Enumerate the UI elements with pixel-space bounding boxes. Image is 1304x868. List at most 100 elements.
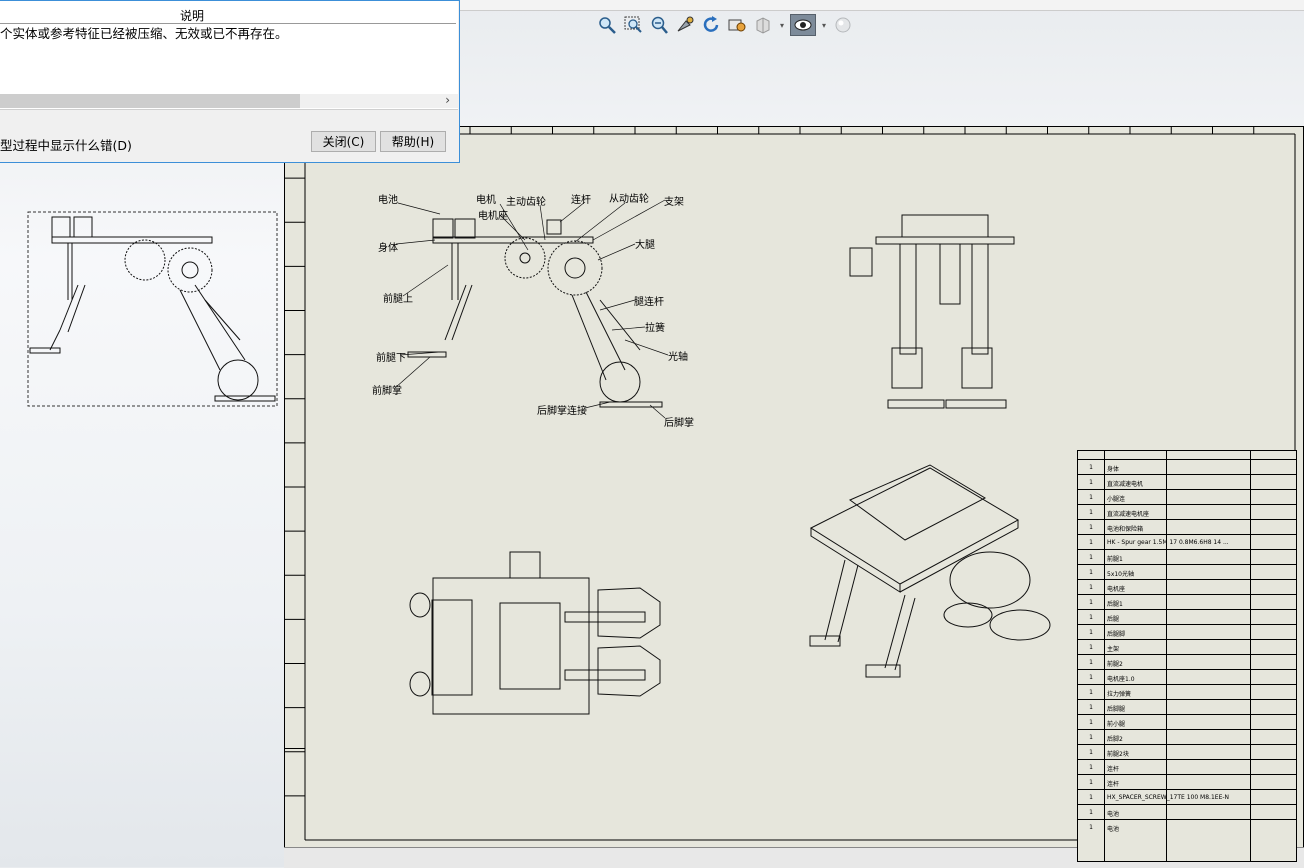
callout-battery: 电池: [378, 195, 398, 206]
bom-row-number: 1: [1089, 779, 1093, 786]
bom-row-number: 1: [1089, 824, 1093, 831]
bom-row: 1 直流减速电机座: [1078, 504, 1296, 520]
bom-row: 1 后腿脚: [1078, 624, 1296, 640]
bom-row: 1 连杆: [1078, 774, 1296, 790]
bom-row-name: 前小腿: [1107, 721, 1126, 728]
bom-table: 1 身体 1 直流减速电机 1 小腿连 1 直流减速电机座 1 电池和保险箱 1 HK - Spur …: [1077, 450, 1297, 862]
bom-row: 1 HK - Spur gear 1.5M 17 0.8M6.6H8 14 ...: [1078, 534, 1296, 550]
bom-row: 1 后脚腿: [1078, 699, 1296, 715]
bom-row: 1 前腿2: [1078, 654, 1296, 670]
callout-leg-link: 腿连杆: [634, 297, 664, 308]
column-header[interactable]: 说明: [0, 5, 456, 24]
bom-row: 1 拉力弹簧: [1078, 684, 1296, 700]
bom-row-name: 前腿1: [1107, 556, 1123, 563]
bom-row-name: 后腿1: [1107, 601, 1123, 608]
bom-row-name: 电池: [1107, 811, 1120, 818]
callout-rear-foot: 后脚掌: [664, 418, 694, 429]
bom-row-name: 后腿: [1107, 616, 1120, 623]
bom-row: 1 前小腿: [1078, 714, 1296, 730]
front-view: [849, 214, 1015, 409]
bom-row-number: 1: [1089, 479, 1093, 486]
bom-row: 1 电机座: [1078, 579, 1296, 595]
callout-link-rod: 连杆: [571, 195, 591, 206]
bom-row-name: 拉力弹簧: [1107, 691, 1132, 698]
bom-row-number: 1: [1089, 749, 1093, 756]
bom-row-name: 后脚腿: [1107, 706, 1126, 713]
error-message[interactable]: 个实体或参考特征已经被压缩、无效或已不再存在。: [0, 23, 288, 42]
bom-row-name: 5x10光轴: [1107, 571, 1135, 578]
bom-row-number: 1: [1089, 599, 1093, 606]
error-list[interactable]: 说明 个实体或参考特征已经被压缩、无效或已不再存在。 ›: [0, 1, 458, 110]
column-header-description: 说明: [180, 9, 205, 23]
bom-row-name: 身体: [1107, 466, 1120, 473]
bom-row: 1 HX_SPACER_SCREW_17TE 100 M8.1EE-N: [1078, 789, 1296, 805]
bom-row: 1 前腿2块: [1078, 744, 1296, 760]
callout-motor: 电机: [476, 195, 496, 206]
bom-row: 1 前腿1: [1078, 549, 1296, 565]
bom-row-name: 电机座: [1107, 586, 1126, 593]
bom-row: 1 电池: [1078, 819, 1296, 835]
bom-row-number: 1: [1089, 764, 1093, 771]
bom-row-number: 1: [1089, 464, 1093, 471]
bom-row: 1 主架: [1078, 639, 1296, 655]
bom-row: 1 5x10光轴: [1078, 564, 1296, 580]
bom-row-name: 直流减速电机座: [1107, 511, 1150, 518]
close-button[interactable]: 关闭(C): [311, 131, 376, 152]
bom-row: 1 后腿: [1078, 609, 1296, 625]
callout-body: 身体: [378, 243, 398, 254]
bom-row-number: 1: [1089, 704, 1093, 711]
callout-front-leg-lower: 前腿下: [376, 353, 406, 364]
bom-row-number: 1: [1089, 659, 1093, 666]
bom-row-name: 连杆: [1107, 781, 1120, 788]
bom-row-number: 1: [1089, 629, 1093, 636]
chevron-right-icon[interactable]: ›: [445, 93, 450, 107]
bom-row-name: 电机座1.0: [1107, 676, 1135, 683]
bom-row-name: 小腿连: [1107, 496, 1126, 503]
bom-row-number: 1: [1089, 644, 1093, 651]
bom-row-name: HK - Spur gear 1.5M 17 0.8M6.6H8 14 ...: [1107, 539, 1229, 546]
bom-row-name: 电池: [1107, 826, 1120, 833]
isometric-view: [809, 464, 1051, 678]
bom-row-name: 前腿2块: [1107, 751, 1129, 758]
scrollbar-thumb[interactable]: [0, 94, 300, 108]
bom-row-number: 1: [1089, 719, 1093, 726]
bom-row: 1 后腿1: [1078, 594, 1296, 610]
callout-front-leg-upper: 前腿上: [383, 294, 413, 305]
bom-row-number: 1: [1089, 674, 1093, 681]
bom-row-number: 1: [1089, 689, 1093, 696]
bom-row-name: 后脚2: [1107, 736, 1123, 743]
bom-row-number: 1: [1089, 794, 1093, 801]
bom-row-number: 1: [1089, 509, 1093, 516]
main-side-view: [407, 218, 663, 408]
bom-row-name: HX_SPACER_SCREW_17TE 100 M8.1EE-N: [1107, 794, 1230, 801]
callout-shaft: 光轴: [668, 352, 688, 363]
show-errors-checkbox-label[interactable]: 型过程中显示什么错(D): [0, 135, 132, 154]
callout-thigh: 大腿: [635, 240, 655, 251]
top-view: [409, 551, 661, 715]
bom-row-number: 1: [1089, 569, 1093, 576]
preview-side-view: [29, 216, 276, 402]
bom-row-number: 1: [1089, 539, 1093, 546]
help-button[interactable]: 帮助(H): [380, 131, 446, 152]
bom-row: 1 身体: [1078, 459, 1296, 475]
bom-row-name: 连杆: [1107, 766, 1120, 773]
bom-row-number: 1: [1089, 584, 1093, 591]
bom-row-number: 1: [1089, 734, 1093, 741]
callout-drive-gear: 主动齿轮: [506, 197, 546, 208]
bom-row-name: 后腿脚: [1107, 631, 1126, 638]
bom-row-name: 前腿2: [1107, 661, 1123, 668]
callout-driven-gear: 从动齿轮: [609, 194, 649, 205]
bom-row: 1 后脚2: [1078, 729, 1296, 745]
bom-row-name: 主架: [1107, 646, 1120, 653]
callout-spring: 拉簧: [645, 323, 665, 334]
callout-motor-seat: 电机座: [478, 211, 508, 222]
bom-row: 1 直流减速电机: [1078, 474, 1296, 490]
callout-bracket: 支架: [664, 197, 684, 208]
bom-row-number: 1: [1089, 614, 1093, 621]
horizontal-scrollbar[interactable]: ›: [0, 93, 458, 108]
bom-row-number: 1: [1089, 554, 1093, 561]
bom-row-name: 直流减速电机: [1107, 481, 1144, 488]
callout-front-foot: 前脚掌: [372, 386, 402, 397]
callout-rear-foot-link: 后脚掌连接: [537, 406, 587, 417]
bom-row-name: 电池和保险箱: [1107, 526, 1144, 533]
